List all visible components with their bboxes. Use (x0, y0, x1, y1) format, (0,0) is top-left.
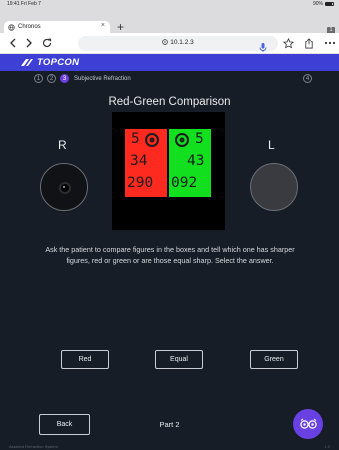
page-title: Red-Green Comparison (108, 96, 231, 108)
url-text: 10.1.2.3 (78, 39, 278, 46)
status-right: 90% (313, 1, 334, 7)
brand-bar: TOPCON (0, 54, 339, 71)
red-answer-button[interactable]: Red (61, 350, 109, 369)
share-icon[interactable] (302, 36, 316, 50)
step-3-active: 3 (60, 74, 69, 83)
app-area: TOPCON 1 2 3 Subjective Refraction 4 Red… (0, 54, 339, 450)
green-ring-icon (175, 133, 189, 147)
step-1: 1 (34, 74, 43, 83)
red-row2-numbers: 34 (130, 153, 148, 169)
browser-tab-strip: Chronos × + 1 (0, 9, 339, 34)
right-eye-label: R (58, 138, 67, 152)
red-green-chart: 5 34 290 5 43 092 (112, 112, 225, 230)
left-eye-image (250, 163, 298, 211)
status-bar: 19:41 Fri Feb 7 90% (0, 0, 339, 9)
green-row3-numbers: 092 (171, 175, 198, 191)
left-eye-label: L (268, 138, 275, 152)
new-tab-button[interactable]: + (117, 20, 124, 34)
more-options-icon[interactable] (323, 36, 337, 50)
part-indicator: Part 2 (159, 420, 180, 429)
footer-app-name: Assisted Refraction System (9, 444, 58, 449)
tab-title: Chronos (18, 24, 41, 30)
red-row1-number: 5 (131, 131, 140, 147)
assistant-button[interactable] (293, 409, 323, 439)
microphone-icon[interactable] (259, 39, 267, 52)
red-ring-icon (145, 133, 159, 147)
instruction-text: Ask the patient to compare figures in th… (45, 245, 295, 265)
red-row3-numbers: 290 (127, 175, 154, 191)
bookmark-star-icon[interactable] (281, 36, 295, 50)
address-bar[interactable]: 10.1.2.3 (78, 36, 278, 52)
step-label: Subjective Refraction (74, 75, 131, 82)
green-row1-number: 5 (195, 131, 204, 147)
step-2: 2 (47, 74, 56, 83)
reload-icon[interactable] (40, 36, 54, 50)
green-answer-button[interactable]: Green (250, 350, 298, 369)
equal-answer-button[interactable]: Equal (155, 350, 203, 369)
back-arrow-icon[interactable] (6, 36, 20, 50)
green-panel: 5 43 092 (169, 129, 211, 197)
globe-icon (8, 23, 15, 31)
footer-version: 1.0 (324, 444, 330, 449)
battery-percent: 90% (312, 1, 323, 7)
battery-icon (325, 2, 334, 6)
green-row2-numbers: 43 (187, 153, 205, 169)
forward-arrow-icon[interactable] (22, 36, 36, 50)
tab-close-icon[interactable]: × (101, 22, 105, 29)
right-eye-image (40, 163, 88, 211)
footer: Assisted Refraction System 1.0 (0, 442, 339, 450)
brand-name: TOPCON (37, 57, 80, 68)
step-indicator: 1 2 3 Subjective Refraction (34, 74, 131, 83)
red-panel: 5 34 290 (125, 129, 167, 197)
url-value: 10.1.2.3 (170, 39, 194, 46)
site-info-icon (162, 39, 169, 45)
eyes-icon (299, 418, 317, 429)
topcon-logo: TOPCON (20, 57, 79, 68)
topcon-logo-icon (21, 59, 33, 66)
browser-tab[interactable]: Chronos × (4, 21, 110, 33)
pupil-icon (61, 184, 69, 192)
browser-toolbar: 10.1.2.3 (0, 33, 339, 54)
status-time: 19:41 Fri Feb 7 (7, 1, 41, 7)
step-4: 4 (303, 74, 312, 83)
